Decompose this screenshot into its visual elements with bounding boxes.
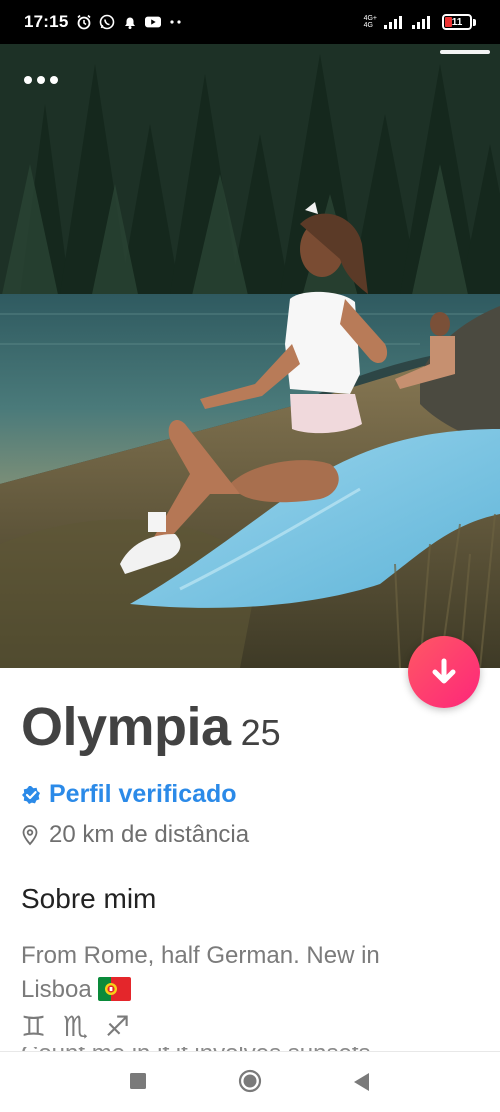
bio-line: From Rome, half German. New in: [21, 942, 380, 969]
verified-check-icon: [22, 785, 40, 804]
location-pin-icon: [22, 825, 38, 846]
photo-image: [0, 44, 500, 668]
distance-row: 20 km de distância: [21, 821, 480, 849]
verified-label: Perfil verificado: [49, 780, 237, 808]
bio-text: From Rome, half German. New in Lisboa ♊ …: [21, 939, 480, 1065]
arrow-down-icon: [432, 658, 456, 684]
distance-label: 20 km de distância: [49, 821, 250, 848]
more-notifications-icon: [168, 14, 184, 30]
more-options-icon[interactable]: [22, 72, 60, 88]
back-triangle-icon[interactable]: [352, 1072, 370, 1097]
network-type: 4G+ 4G: [363, 15, 377, 29]
battery-icon: 11: [442, 14, 476, 30]
recents-square-icon[interactable]: [129, 1072, 147, 1095]
profile-info: Olympia 25 Perfil verificado 20 km de di…: [21, 696, 480, 1065]
bio-line: Lisboa: [21, 976, 92, 1003]
home-circle-icon[interactable]: [238, 1069, 262, 1098]
zodiac-signs: ♊ ♏ ♐: [21, 1010, 135, 1043]
profile-name: Olympia: [21, 697, 231, 757]
whatsapp-icon: [99, 14, 115, 30]
notification-bell-icon: [122, 14, 138, 30]
status-bar: 17:15 4G+ 4G 11: [0, 0, 500, 44]
portugal-flag-icon: [97, 976, 131, 1001]
signal-icon: [384, 15, 402, 29]
profile-photo[interactable]: [0, 44, 500, 668]
status-time: 17:15: [24, 12, 69, 31]
system-navigation-bar: [0, 1052, 500, 1112]
profile-age: 25: [240, 712, 281, 753]
verified-badge[interactable]: Perfil verificado: [21, 780, 480, 809]
alarm-icon: [76, 14, 92, 30]
photo-progress-bar: [440, 50, 490, 54]
about-section-title: Sobre mim: [21, 883, 157, 914]
youtube-icon: [145, 14, 162, 30]
signal-icon: [412, 15, 430, 29]
